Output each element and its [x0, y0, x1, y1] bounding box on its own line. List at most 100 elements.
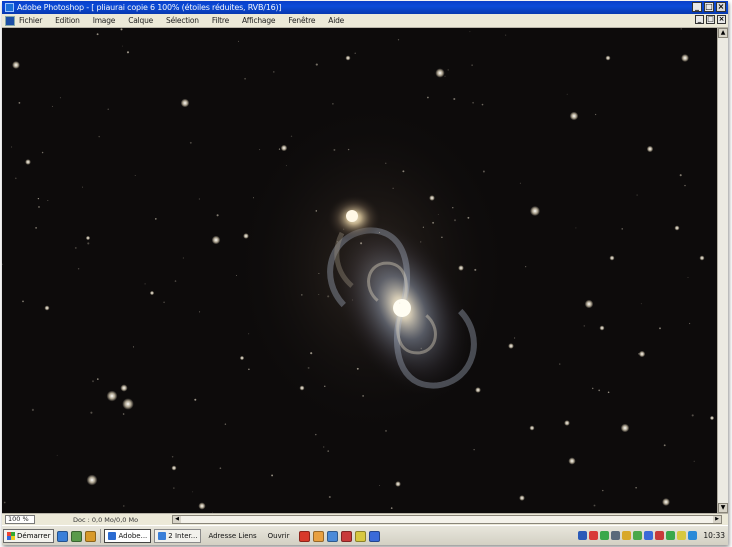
faint-star [636, 194, 638, 196]
star [674, 225, 680, 231]
faint-star [336, 241, 339, 243]
faint-star [154, 218, 157, 220]
photoshop-app-icon[interactable] [5, 3, 14, 12]
document-icon[interactable] [5, 15, 15, 26]
menu-select[interactable]: Sélection [166, 16, 199, 25]
star [243, 233, 249, 239]
faint-star [362, 395, 364, 397]
tray-speaker-icon[interactable] [688, 531, 698, 540]
folder-icon[interactable] [85, 530, 97, 542]
faint-star [514, 337, 516, 339]
menu-filter[interactable]: Filtre [212, 16, 229, 25]
faint-star [134, 175, 136, 176]
star [529, 205, 541, 217]
menu-view[interactable]: Affichage [242, 16, 275, 25]
faint-star [22, 300, 24, 303]
faint-star [51, 105, 53, 107]
vertical-scrollbar[interactable]: ▲ ▼ [717, 28, 728, 513]
menu-image[interactable]: Image [93, 16, 116, 25]
tray-sync-icon[interactable] [633, 531, 643, 540]
image-canvas[interactable] [2, 28, 717, 513]
close-button[interactable]: × [716, 2, 726, 12]
faint-star [244, 77, 246, 80]
star [508, 343, 514, 349]
doc-minimize-button[interactable]: _ [695, 15, 704, 24]
faint-star [559, 363, 561, 365]
tray-shield-icon[interactable] [666, 531, 676, 540]
app-icon-orange[interactable] [313, 530, 325, 542]
menu-file[interactable]: Fichier [19, 16, 42, 25]
app-icon-red-2[interactable] [341, 530, 353, 542]
tray-antivirus-icon[interactable] [589, 531, 599, 540]
tray-monitor-icon[interactable] [611, 531, 621, 540]
tray-security-icon[interactable] [655, 531, 665, 540]
menu-window[interactable]: Fenêtre [288, 16, 315, 25]
faint-star [90, 411, 93, 414]
maximize-button[interactable]: □ [704, 2, 714, 12]
task-photoshop[interactable]: Adobe... [104, 529, 152, 543]
scroll-up-arrow-icon[interactable]: ▲ [718, 28, 728, 38]
ie-icon[interactable] [57, 530, 69, 542]
faint-star [98, 135, 100, 138]
faint-star [691, 414, 694, 417]
open-toolbar[interactable]: Ouvrir [264, 529, 294, 543]
faint-star [352, 299, 354, 301]
star [239, 355, 245, 361]
menu-layer[interactable]: Calque [128, 16, 153, 25]
star [519, 495, 525, 501]
faint-star [333, 148, 336, 151]
faint-star [224, 423, 227, 425]
faint-star [14, 177, 17, 180]
faint-star [473, 449, 475, 451]
tray-network-icon[interactable] [578, 531, 588, 540]
scroll-down-arrow-icon[interactable]: ▼ [718, 503, 728, 513]
doc-restore-button[interactable]: □ [706, 15, 715, 24]
task-internet[interactable]: 2 Inter... [154, 529, 202, 543]
start-button[interactable]: Démarrer [3, 529, 55, 543]
scroll-left-arrow-icon[interactable]: ◀ [173, 516, 181, 523]
horizontal-scrollbar[interactable]: ◀ ▶ [172, 515, 722, 524]
app-icon-blue-2[interactable] [369, 530, 381, 542]
tray-alert-icon[interactable] [677, 531, 687, 540]
faint-star [59, 97, 61, 99]
faint-star [318, 273, 320, 275]
faint-star [310, 352, 313, 355]
tray-bluetooth-icon[interactable] [644, 531, 654, 540]
app-icon-red[interactable] [299, 530, 311, 542]
faint-star [327, 450, 330, 452]
address-bar[interactable]: Adresse Liens [204, 529, 260, 543]
menu-help[interactable]: Aide [328, 16, 344, 25]
faint-star [315, 63, 318, 66]
faint-star [31, 408, 34, 411]
document-info[interactable]: Doc : 0,0 Mo/0,0 Mo [73, 516, 138, 524]
star [609, 255, 615, 261]
faint-star [420, 241, 422, 243]
faint-star [566, 93, 568, 95]
tray-update-icon[interactable] [622, 531, 632, 540]
faint-star [385, 429, 387, 432]
clock[interactable]: 10:33 [703, 531, 725, 540]
faint-star [594, 113, 597, 116]
star [475, 387, 481, 393]
star [211, 235, 221, 245]
app-icon-yellow[interactable] [355, 530, 367, 542]
faint-star [575, 227, 577, 229]
app-icon-blue[interactable] [327, 530, 339, 542]
desktop-icon[interactable] [71, 530, 83, 542]
tray-status-icon[interactable] [600, 531, 610, 540]
status-bar: 100 % Doc : 0,0 Mo/0,0 Mo ◀ ▶ [2, 513, 728, 525]
menu-edit[interactable]: Edition [55, 16, 80, 25]
star [429, 195, 435, 201]
faint-star [687, 277, 689, 278]
task-label: 2 Inter... [168, 532, 198, 540]
faint-star [278, 148, 281, 150]
faint-star [198, 198, 201, 200]
faint-star [194, 398, 197, 401]
zoom-field[interactable]: 100 % [5, 515, 35, 524]
title-bar[interactable]: Adobe Photoshop - [ pliaurai copie 6 100… [2, 1, 728, 14]
scroll-right-arrow-icon[interactable]: ▶ [713, 516, 721, 523]
faint-star [621, 228, 623, 230]
faint-star [679, 174, 682, 177]
minimize-button[interactable]: _ [692, 2, 702, 12]
doc-close-button[interactable]: × [717, 15, 726, 24]
